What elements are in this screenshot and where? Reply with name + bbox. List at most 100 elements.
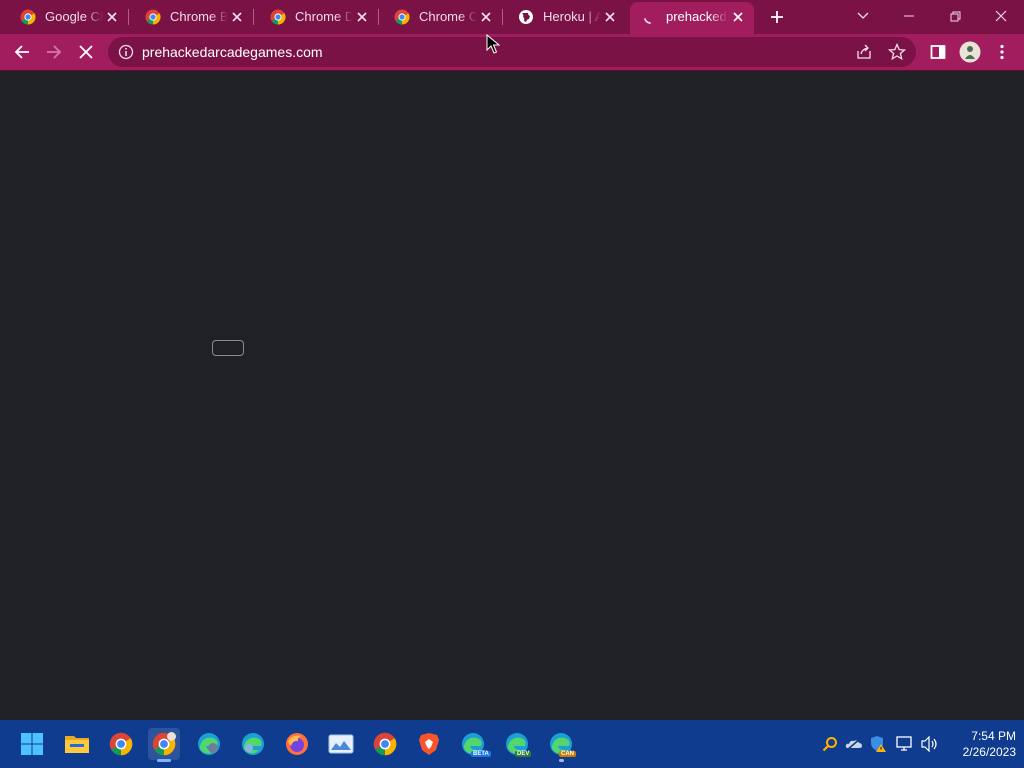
tab-heroku[interactable]: Heroku | A [506,4,624,30]
canary-badge: CAN [559,751,576,757]
taskbar-firefox[interactable] [281,728,313,760]
tab-separator [253,9,254,25]
loading-spinner-icon [644,18,651,24]
arrow-right-icon [47,45,62,59]
windows-start-icon [21,733,43,755]
clock-date: 2/26/2023 [962,745,1016,759]
share-icon[interactable] [856,44,872,60]
profile-button[interactable] [958,40,982,64]
web-page-content [0,71,1024,720]
tab-title: Heroku | A [543,9,601,24]
restore-button[interactable] [932,0,978,32]
tab-title: Google Chr [45,9,103,24]
kebab-menu-icon [1000,44,1004,60]
security-warning-icon [871,736,886,752]
taskbar-file-explorer[interactable] [61,728,93,760]
beta-badge: BETA [471,751,491,757]
close-icon [995,10,1007,22]
url-text[interactable]: prehackedarcadegames.com [142,44,323,60]
taskbar-chrome[interactable] [105,728,137,760]
chrome-canary-icon [152,732,176,756]
tab-title: Chrome Ca [419,9,477,24]
taskbar: BETA DEV CAN [0,720,1024,768]
chrome-icon [145,9,161,25]
forward-button[interactable] [42,40,66,64]
taskbar-edge-profile[interactable] [237,728,269,760]
photo-viewer-icon [328,734,354,754]
taskbar-photos[interactable] [325,728,357,760]
edge-profile-icon [242,733,264,755]
page-placeholder-box[interactable] [212,340,244,356]
search-tray-icon [822,737,837,752]
taskbar-chrome-2[interactable] [369,728,401,760]
minimize-icon [904,15,914,17]
chrome-icon [109,732,133,756]
firefox-icon [286,733,308,755]
tab-separator [378,9,379,25]
taskbar-edge-dev[interactable]: DEV [501,728,533,760]
tray-onedrive[interactable] [844,734,864,754]
tab-close-icon[interactable] [602,9,618,25]
tab-title: Chrome De [295,9,353,24]
start-button[interactable] [16,728,48,760]
taskbar-clock[interactable]: 7:54 PM 2/26/2023 [946,728,1016,760]
edge-icon [198,733,220,755]
brave-icon [419,733,439,755]
back-button[interactable] [10,40,34,64]
tab-chrome-beta[interactable]: Chrome Be [133,4,254,30]
chrome-icon [373,732,397,756]
tab-close-icon[interactable] [104,9,120,25]
address-bar[interactable]: prehackedarcadegames.com [108,37,916,67]
tray-search[interactable] [820,734,840,754]
volume-icon [921,736,937,752]
tab-strip: Google Chr Chrome Be Chrome De Chrome Ca… [0,0,1024,34]
file-explorer-icon [65,736,89,753]
stop-loading-button[interactable] [74,40,98,64]
new-tab-button[interactable] [766,6,788,28]
stop-x-icon [79,45,93,59]
tab-close-icon[interactable] [229,9,245,25]
star-icon[interactable] [888,43,906,61]
tab-close-icon[interactable] [478,9,494,25]
chrome-menu-button[interactable] [990,40,1014,64]
plus-icon [771,11,783,23]
avatar-icon [959,41,981,63]
close-window-button[interactable] [978,0,1024,32]
side-panel-icon [930,45,946,59]
tab-title: prehackeda [666,9,728,24]
tab-search-button[interactable] [840,0,886,32]
taskbar-edge-canary[interactable]: CAN [545,728,577,762]
taskbar-chrome-profile-active[interactable] [148,728,180,762]
browser-toolbar: prehackedarcadegames.com [0,34,1024,70]
chrome-icon [20,9,36,25]
onedrive-icon [845,737,862,751]
tray-network[interactable] [895,734,915,754]
side-panel-button[interactable] [926,40,950,64]
taskbar-brave[interactable] [413,728,445,760]
tab-close-icon[interactable] [354,9,370,25]
tab-chrome-dev[interactable]: Chrome De [258,4,379,30]
info-icon[interactable] [118,44,134,60]
dev-badge: DEV [515,751,532,757]
tab-chrome-canary[interactable]: Chrome Ca [382,4,503,30]
tab-title: Chrome Be [170,9,228,24]
tray-security[interactable] [868,734,888,754]
tab-separator [128,9,129,25]
network-icon [896,736,912,751]
chrome-icon [394,9,410,25]
minimize-button[interactable] [886,0,932,32]
globe-icon [519,10,533,24]
arrow-left-icon [14,45,29,59]
clock-time: 7:54 PM [971,729,1016,743]
mouse-cursor-icon [486,34,500,54]
chrome-icon [270,9,286,25]
chevron-down-icon [857,12,869,19]
tab-prehacked-active[interactable]: prehackeda [630,2,754,34]
tray-volume[interactable] [920,734,940,754]
active-indicator [157,759,171,762]
restore-icon [950,11,960,21]
tab-close-icon[interactable] [730,9,746,25]
taskbar-edge[interactable] [193,728,225,760]
tab-google-chrome[interactable]: Google Chr [8,4,129,30]
taskbar-edge-beta[interactable]: BETA [457,728,491,760]
